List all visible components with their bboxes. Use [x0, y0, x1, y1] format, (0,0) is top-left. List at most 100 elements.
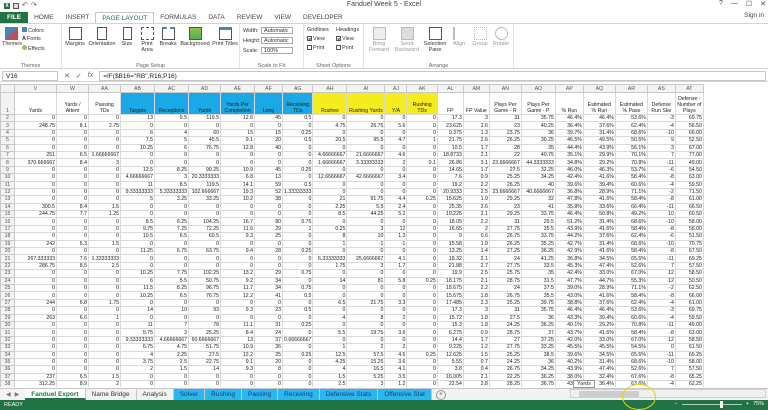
- cell[interactable]: -8: [646, 195, 676, 204]
- cell[interactable]: 0: [56, 143, 89, 152]
- cell[interactable]: 14: [188, 365, 221, 374]
- cell[interactable]: 0: [56, 291, 89, 300]
- cell[interactable]: 0: [220, 158, 255, 167]
- cell[interactable]: 9.3: [220, 306, 255, 315]
- cell[interactable]: 0.25: [281, 350, 314, 359]
- cell[interactable]: 31: [488, 113, 522, 123]
- cell[interactable]: 1.75: [88, 298, 121, 308]
- cell[interactable]: 0: [56, 180, 89, 189]
- breaks-button[interactable]: Breaks: [158, 27, 178, 47]
- cell[interactable]: 23.6666667: [488, 158, 522, 167]
- cell[interactable]: 0.66666667: [281, 335, 314, 345]
- cell[interactable]: 9: [436, 232, 464, 241]
- cell[interactable]: 34.5%: [582, 254, 616, 263]
- cell[interactable]: 0: [346, 291, 386, 300]
- cell[interactable]: 0: [88, 291, 121, 300]
- cell[interactable]: 36: [254, 343, 283, 352]
- cell[interactable]: 2.2: [462, 217, 490, 226]
- cell[interactable]: 12.5: [312, 350, 348, 359]
- cell[interactable]: 9.225: [436, 343, 464, 352]
- cell[interactable]: 9.2: [220, 276, 255, 286]
- cell[interactable]: 6.275: [436, 328, 464, 337]
- cell[interactable]: 67.6%: [614, 372, 648, 382]
- cell[interactable]: 0: [346, 335, 386, 345]
- cell[interactable]: 0: [56, 269, 89, 278]
- cell[interactable]: 30.25: [520, 136, 556, 145]
- cell[interactable]: 0: [56, 365, 89, 374]
- cell[interactable]: 312.25: [14, 380, 57, 387]
- cell[interactable]: 71.1%: [614, 283, 648, 293]
- tab-review[interactable]: REVIEW: [231, 12, 269, 23]
- cell[interactable]: 23: [488, 121, 522, 130]
- cell[interactable]: 46.5%: [554, 136, 584, 145]
- cell[interactable]: 286.75: [14, 261, 57, 271]
- cell[interactable]: 33.25: [188, 195, 221, 204]
- tab-home[interactable]: HOME: [28, 12, 60, 23]
- cell[interactable]: 2: [120, 365, 155, 374]
- cell[interactable]: 9.75: [120, 224, 155, 234]
- cell[interactable]: 6.5: [154, 291, 189, 300]
- cell[interactable]: 55.3%: [614, 276, 648, 286]
- cell[interactable]: 0: [220, 150, 255, 160]
- cell[interactable]: 7.6: [436, 173, 464, 182]
- header-cell[interactable]: Yards / Attem: [56, 92, 89, 115]
- cell[interactable]: 65.5%: [614, 350, 648, 359]
- cell[interactable]: 0: [188, 261, 221, 271]
- cell[interactable]: 267.333333: [14, 254, 57, 263]
- cell[interactable]: 4: [312, 313, 348, 322]
- cell[interactable]: 9.1: [220, 136, 255, 145]
- cell[interactable]: 1.7: [384, 261, 408, 271]
- cell[interactable]: -1: [346, 239, 386, 249]
- cell[interactable]: 2.6: [462, 136, 490, 145]
- cell[interactable]: 37.6%: [582, 298, 616, 308]
- cell[interactable]: 6.5: [56, 372, 89, 382]
- cell[interactable]: 0: [220, 121, 255, 130]
- cell[interactable]: 1: [312, 343, 348, 352]
- cell[interactable]: 0: [254, 158, 283, 167]
- cell[interactable]: 6.3: [56, 239, 89, 249]
- cell[interactable]: 1.33333333: [88, 254, 121, 263]
- cell[interactable]: 21.75: [436, 136, 464, 145]
- column-letter[interactable]: AL: [436, 84, 464, 93]
- cell[interactable]: 4.1: [384, 365, 408, 374]
- cell[interactable]: -2: [646, 283, 676, 293]
- cell[interactable]: -11: [646, 254, 676, 263]
- cell[interactable]: 56.50: [674, 121, 704, 130]
- cell[interactable]: 37: [254, 335, 283, 345]
- cell[interactable]: 0: [406, 372, 438, 382]
- cell[interactable]: 45.5%: [554, 343, 584, 352]
- cell[interactable]: 0: [406, 202, 438, 212]
- cell[interactable]: 95.5: [346, 136, 386, 145]
- cell[interactable]: 43.9%: [554, 365, 584, 374]
- column-letter[interactable]: AK: [406, 84, 438, 93]
- cell[interactable]: 62.50: [674, 283, 704, 293]
- cell[interactable]: 29.5: [520, 217, 556, 226]
- cell[interactable]: 39.6%: [554, 350, 584, 359]
- formula-input[interactable]: =IF($B16="RB",R16,P16): [99, 70, 766, 81]
- cell[interactable]: 58.50: [674, 335, 704, 345]
- headings-view-checkbox[interactable]: View: [336, 36, 354, 42]
- cell[interactable]: 46.4%: [554, 306, 584, 315]
- cell[interactable]: 12: [646, 269, 676, 278]
- cell[interactable]: 93: [188, 306, 221, 315]
- cell[interactable]: 0: [281, 357, 314, 367]
- cell[interactable]: 0: [220, 372, 255, 382]
- cell[interactable]: 0: [88, 350, 121, 359]
- sheet-tab-name-bridge[interactable]: Name Bridge: [86, 389, 137, 400]
- cell[interactable]: 23.6666667: [488, 187, 522, 197]
- cell[interactable]: 46.0%: [554, 165, 584, 175]
- cell[interactable]: 77.00: [674, 150, 704, 160]
- header-cell[interactable]: Yards: [14, 92, 57, 115]
- minimize-icon[interactable]: —: [731, 0, 738, 8]
- header-cell[interactable]: Yards: [188, 92, 221, 115]
- cell[interactable]: 0: [254, 298, 283, 308]
- cell[interactable]: 61.50: [674, 343, 704, 352]
- cell[interactable]: 11.25: [120, 247, 155, 256]
- cell[interactable]: 11: [120, 180, 155, 189]
- cell[interactable]: 38.5: [520, 350, 556, 359]
- cell[interactable]: -3: [646, 306, 676, 315]
- cell[interactable]: 25.25: [488, 298, 522, 308]
- cell[interactable]: 1.5: [88, 372, 121, 382]
- cell[interactable]: 26.25: [488, 180, 522, 189]
- cell[interactable]: 39.7%: [554, 128, 584, 138]
